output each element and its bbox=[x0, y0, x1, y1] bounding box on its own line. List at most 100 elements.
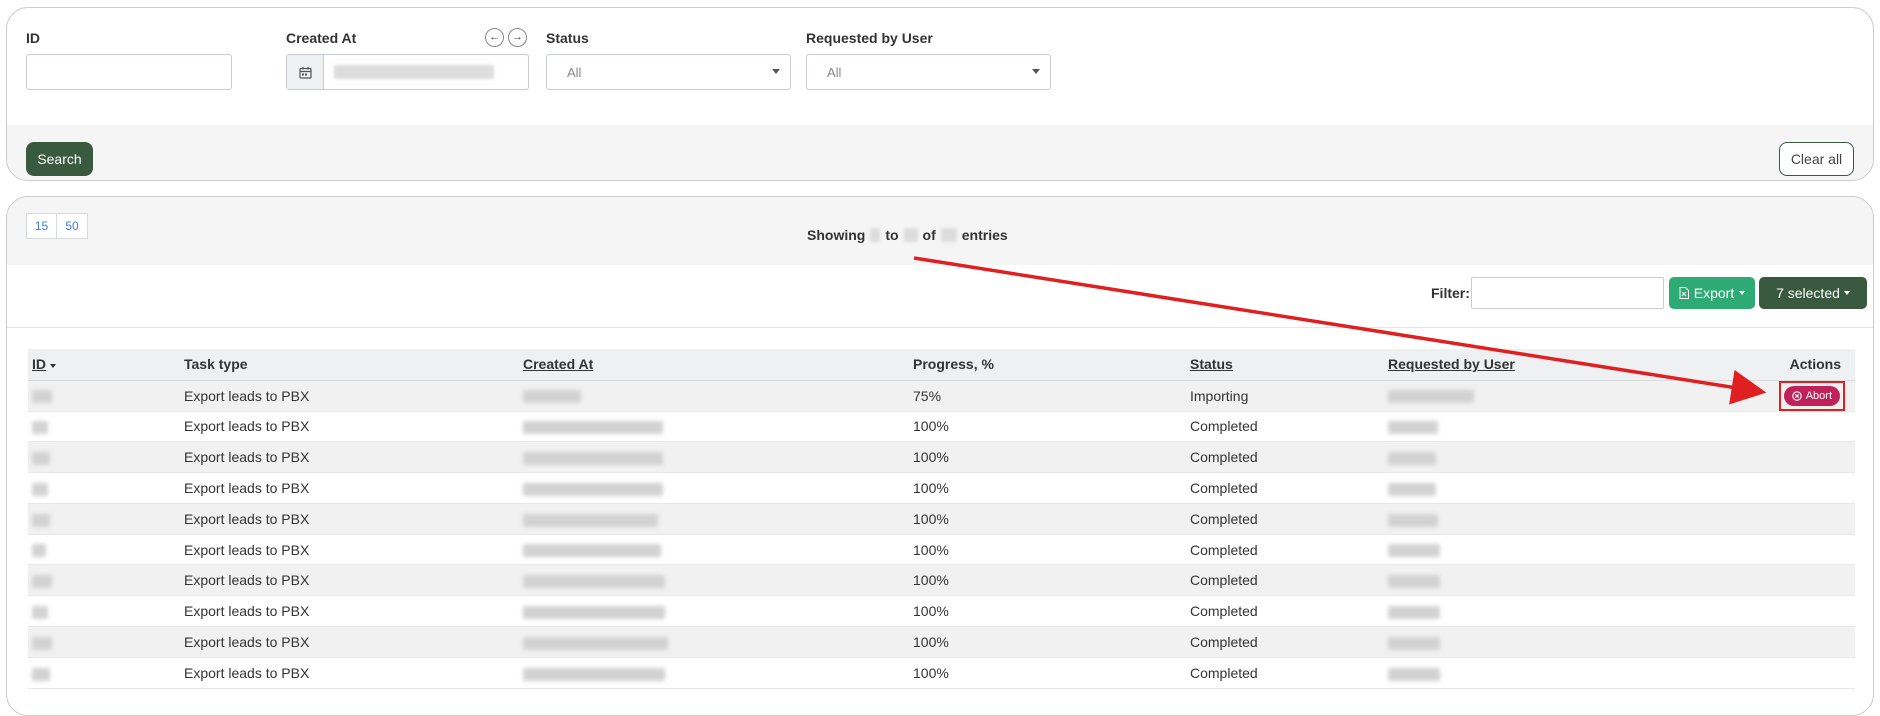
abort-button[interactable]: Abort bbox=[1783, 385, 1840, 406]
status-select[interactable]: All bbox=[546, 54, 791, 90]
export-button-label: Export bbox=[1693, 285, 1735, 301]
id-filter: ID bbox=[26, 28, 40, 48]
cell-task-type: Export leads to PBX bbox=[180, 503, 519, 535]
cell-actions bbox=[1714, 472, 1855, 504]
table-filter-input[interactable] bbox=[1471, 277, 1664, 309]
sort-desc-icon bbox=[50, 363, 56, 368]
date-range-value bbox=[324, 55, 528, 89]
table-row: Export leads to PBX 100% Completed bbox=[28, 534, 1855, 566]
cell-progress: 100% bbox=[909, 472, 1186, 504]
table-row: Export leads to PBX 100% Completed bbox=[28, 472, 1855, 504]
cell-created-at bbox=[519, 626, 909, 658]
cell-created-at bbox=[519, 411, 909, 443]
entries-info-prefix: Showing bbox=[807, 227, 866, 243]
column-header-task-type: Task type bbox=[180, 349, 519, 381]
abort-button-label: Abort bbox=[1805, 389, 1832, 402]
page-size-option[interactable]: 15 bbox=[26, 213, 57, 239]
cell-task-type: Export leads to PBX bbox=[180, 380, 519, 412]
cell-progress: 100% bbox=[909, 441, 1186, 474]
cell-task-type: Export leads to PBX bbox=[180, 472, 519, 504]
requested-by-select[interactable]: All bbox=[806, 54, 1051, 90]
cell-id bbox=[28, 472, 180, 504]
cell-requested-by bbox=[1384, 564, 1714, 597]
table-row: Export leads to PBX 100% Completed bbox=[28, 595, 1855, 628]
created-at-filter: Created At bbox=[286, 28, 356, 48]
cell-actions bbox=[1714, 657, 1855, 689]
cell-created-at bbox=[519, 595, 909, 628]
entries-info-to: to bbox=[885, 227, 899, 243]
cell-task-type: Export leads to PBX bbox=[180, 534, 519, 566]
status-select-value: All bbox=[567, 64, 582, 80]
page-size-option[interactable]: 50 bbox=[57, 213, 88, 239]
cell-created-at bbox=[519, 472, 909, 504]
cell-created-at bbox=[519, 503, 909, 535]
filter-footer: Search Clear all bbox=[7, 125, 1873, 180]
cell-created-at bbox=[519, 564, 909, 597]
cell-task-type: Export leads to PBX bbox=[180, 657, 519, 689]
cell-requested-by bbox=[1384, 534, 1714, 566]
page-size-selector: 15 50 bbox=[26, 213, 88, 239]
cell-requested-by bbox=[1384, 626, 1714, 658]
cell-task-type: Export leads to PBX bbox=[180, 595, 519, 628]
column-header-progress: Progress, % bbox=[909, 349, 1186, 381]
cell-task-type: Export leads to PBX bbox=[180, 564, 519, 597]
chevron-down-icon bbox=[1739, 291, 1746, 295]
cell-status: Completed bbox=[1186, 595, 1384, 628]
created-at-input[interactable] bbox=[286, 54, 529, 90]
date-nav-arrows: ← → bbox=[485, 28, 527, 47]
requested-by-select-value: All bbox=[827, 64, 842, 80]
table-row: Export leads to PBX 100% Completed bbox=[28, 441, 1855, 474]
column-header-requested-by[interactable]: Requested by User bbox=[1384, 349, 1714, 381]
cell-created-at bbox=[519, 657, 909, 689]
cell-requested-by bbox=[1384, 503, 1714, 535]
cell-progress: 100% bbox=[909, 595, 1186, 628]
arrow-right-icon[interactable]: → bbox=[508, 28, 527, 47]
cell-task-type: Export leads to PBX bbox=[180, 411, 519, 443]
clear-all-button[interactable]: Clear all bbox=[1779, 142, 1854, 176]
requested-by-filter-label: Requested by User bbox=[806, 30, 933, 46]
column-header-id[interactable]: ID bbox=[28, 349, 180, 381]
table-row: Export leads to PBX 100% Completed bbox=[28, 503, 1855, 535]
chevron-down-icon bbox=[772, 69, 780, 74]
cell-id bbox=[28, 411, 180, 443]
chevron-down-icon bbox=[1032, 69, 1040, 74]
table-filter-label: Filter: bbox=[1431, 285, 1470, 301]
search-button[interactable]: Search bbox=[26, 142, 93, 176]
id-filter-label: ID bbox=[26, 30, 40, 46]
table-row: Export leads to PBX 100% Completed bbox=[28, 626, 1855, 658]
column-header-actions: Actions bbox=[1714, 349, 1855, 381]
divider bbox=[7, 327, 1873, 328]
cell-created-at bbox=[519, 441, 909, 474]
cell-progress: 100% bbox=[909, 411, 1186, 443]
cell-created-at bbox=[519, 534, 909, 566]
cell-status: Completed bbox=[1186, 503, 1384, 535]
results-header: 15 50 Showing to of entries bbox=[7, 197, 1873, 265]
cell-requested-by bbox=[1384, 657, 1714, 689]
calendar-icon[interactable] bbox=[287, 55, 324, 89]
cell-requested-by bbox=[1384, 441, 1714, 474]
status-filter-label: Status bbox=[546, 30, 589, 46]
table-row: Export leads to PBX 100% Completed bbox=[28, 411, 1855, 443]
cell-progress: 100% bbox=[909, 626, 1186, 658]
cell-status: Completed bbox=[1186, 657, 1384, 689]
cell-requested-by bbox=[1384, 411, 1714, 443]
cell-status: Completed bbox=[1186, 534, 1384, 566]
cell-id bbox=[28, 534, 180, 566]
arrow-left-icon[interactable]: ← bbox=[485, 28, 504, 47]
cell-actions bbox=[1714, 626, 1855, 658]
requested-by-filter: Requested by User bbox=[806, 28, 933, 48]
cell-status: Completed bbox=[1186, 441, 1384, 474]
cell-task-type: Export leads to PBX bbox=[180, 441, 519, 474]
cell-actions bbox=[1714, 503, 1855, 535]
columns-selected-button[interactable]: 7 selected bbox=[1759, 277, 1867, 309]
export-button[interactable]: Export bbox=[1669, 277, 1755, 309]
column-header-status[interactable]: Status bbox=[1186, 349, 1384, 381]
cell-actions: Abort bbox=[1714, 380, 1855, 412]
cell-id bbox=[28, 626, 180, 658]
cell-requested-by bbox=[1384, 380, 1714, 412]
column-header-created-at[interactable]: Created At bbox=[519, 349, 909, 381]
cell-task-type: Export leads to PBX bbox=[180, 626, 519, 658]
entries-info: Showing to of entries bbox=[807, 227, 1008, 243]
cell-status: Completed bbox=[1186, 472, 1384, 504]
id-input[interactable] bbox=[26, 54, 232, 90]
